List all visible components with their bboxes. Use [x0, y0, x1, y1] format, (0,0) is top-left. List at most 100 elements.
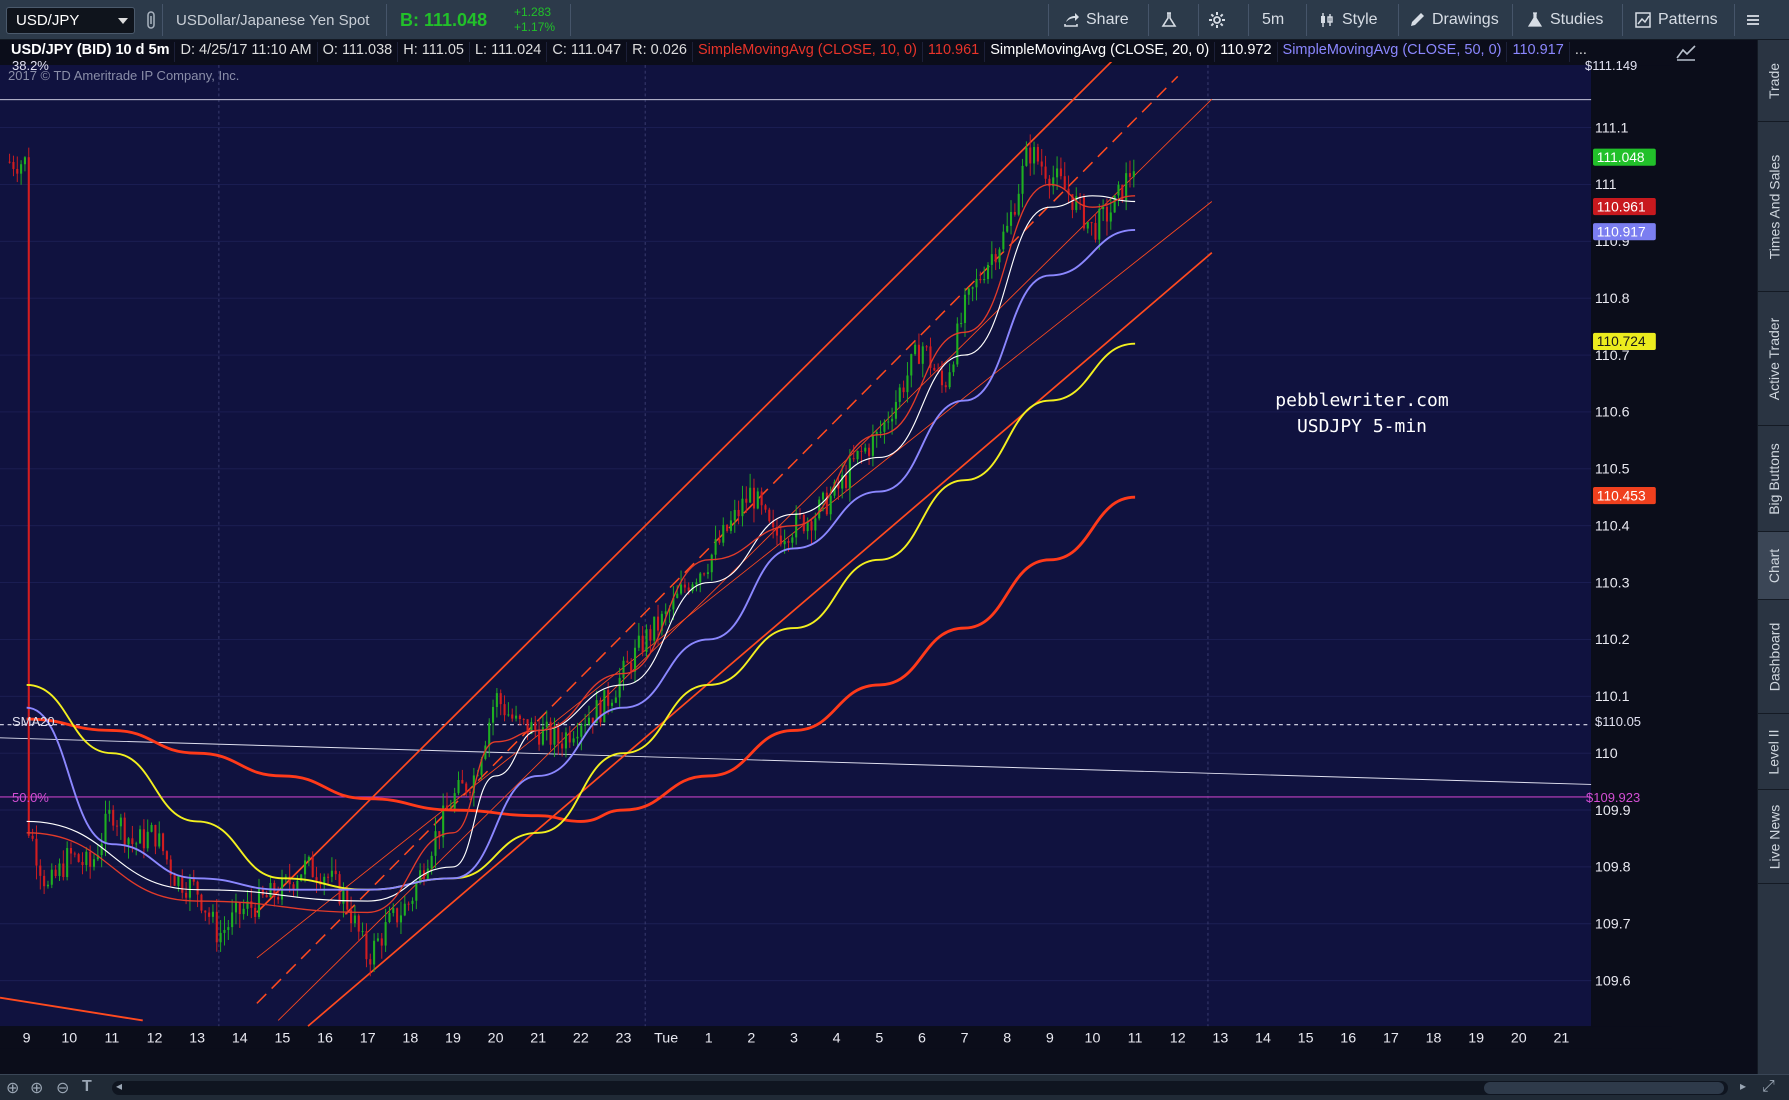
candle-body — [35, 838, 38, 866]
candle-body — [384, 922, 387, 946]
candle-body — [633, 647, 637, 672]
link-icon[interactable] — [146, 0, 156, 40]
candle-body — [733, 509, 736, 521]
candle-body — [568, 732, 571, 743]
x-tick-label: 7 — [961, 1030, 969, 1046]
candle-body — [334, 870, 337, 875]
candle-body — [703, 573, 706, 575]
candle-body — [123, 817, 126, 845]
candle-body — [860, 450, 863, 452]
patterns-button[interactable]: Patterns — [1634, 0, 1718, 40]
candle-body — [73, 853, 76, 855]
candle-body — [158, 833, 161, 847]
candle-body — [227, 927, 230, 930]
candle-body — [879, 431, 882, 433]
drawings-button[interactable]: Drawings — [1408, 0, 1499, 40]
header-sma20-value: 110.972 — [1215, 42, 1278, 62]
crosshair-icon[interactable] — [1675, 44, 1697, 67]
candle-body — [196, 881, 199, 895]
candle-body — [234, 902, 238, 913]
share-button[interactable]: Share — [1062, 0, 1129, 40]
settings-button[interactable] — [1208, 0, 1226, 40]
level-value: $110.05 — [1595, 714, 1642, 729]
candle-body — [814, 518, 817, 531]
expand-icon[interactable]: ⤢ — [1762, 1078, 1775, 1096]
tab-active-trader[interactable]: Active Trader — [1758, 292, 1789, 426]
flask-button[interactable] — [1160, 0, 1178, 40]
candle-body — [706, 572, 709, 574]
scroll-left-icon[interactable]: ◂ — [116, 1079, 122, 1093]
candle-body — [1098, 209, 1101, 240]
candle-body — [641, 635, 644, 653]
candle-body — [745, 498, 748, 503]
candle-body — [89, 851, 92, 867]
bid-price: B: 111.048 — [400, 9, 488, 30]
header-date: D: 4/25/17 11:10 AM — [175, 42, 318, 62]
y-tick-label: 110.7 — [1595, 348, 1630, 364]
patterns-icon — [1635, 12, 1651, 28]
candle-body — [1025, 147, 1028, 166]
scroll-thumb[interactable] — [1484, 1082, 1724, 1094]
text-tool-icon[interactable]: T — [82, 1078, 92, 1096]
x-tick-label: 21 — [530, 1030, 546, 1046]
tab-chart[interactable]: Chart — [1758, 532, 1789, 600]
candle-body — [461, 779, 464, 784]
candle-body — [43, 875, 46, 887]
header-sma20-label: SimpleMovingAvg (CLOSE, 20, 0) — [985, 42, 1216, 62]
candle-body — [1048, 178, 1051, 187]
candle-body — [181, 876, 184, 893]
candle-body — [868, 447, 871, 456]
style-button[interactable]: Style — [1318, 0, 1378, 40]
tab-times-and-sales[interactable]: Times And Sales — [1758, 122, 1789, 292]
header-sma50-label: SimpleMovingAvg (CLOSE, 50, 0) — [1277, 42, 1508, 62]
candle-body — [66, 848, 69, 878]
price-chart[interactable]: 111.1111110.9110.8110.7110.6110.5110.411… — [0, 40, 1672, 1074]
x-tick-label: 16 — [317, 1030, 333, 1046]
tab-dashboard[interactable]: Dashboard — [1758, 600, 1789, 714]
timeframe-button[interactable]: 5m — [1262, 0, 1284, 40]
candle-body — [787, 541, 790, 543]
symbol-selector[interactable]: USD/JPY — [6, 7, 135, 34]
zoom-out-icon[interactable]: ⊖ — [56, 1078, 69, 1098]
candle-body — [119, 817, 122, 827]
candle-body — [576, 736, 579, 739]
zoom-fit-icon[interactable]: ⊕ — [6, 1078, 19, 1098]
candle-body — [906, 375, 909, 393]
tab-big-buttons[interactable]: Big Buttons — [1758, 426, 1789, 532]
time-scrollbar[interactable]: ◂ ▸ — [112, 1079, 1746, 1095]
candle-body — [369, 959, 372, 965]
candle-body — [507, 714, 510, 716]
candle-body — [971, 287, 974, 289]
price-tag-label: 110.453 — [1597, 488, 1646, 503]
candle-body — [188, 878, 191, 898]
candle-body — [434, 831, 437, 856]
candle-body — [1021, 165, 1024, 194]
flask-icon — [1161, 12, 1177, 27]
header-sma50-value: 110.917 — [1507, 42, 1570, 62]
studies-button[interactable]: Studies — [1526, 0, 1603, 40]
candle-body — [430, 855, 433, 869]
candle-body — [100, 843, 103, 856]
candle-body — [680, 584, 683, 594]
candle-body — [948, 372, 951, 388]
candle-body — [1044, 166, 1047, 179]
candle-body — [975, 278, 978, 288]
scroll-right-icon[interactable]: ▸ — [1740, 1079, 1746, 1093]
tab-level-ii[interactable]: Level II — [1758, 714, 1789, 790]
x-tick-label: 13 — [1212, 1030, 1228, 1046]
candle-body — [852, 458, 855, 460]
x-tick-label: 4 — [833, 1030, 841, 1046]
tab-trade[interactable]: Trade — [1758, 40, 1789, 122]
candle-body — [599, 700, 602, 723]
candle-body — [426, 868, 429, 879]
y-tick-label: 110 — [1595, 746, 1618, 762]
candle-body — [549, 721, 552, 745]
candle-body — [779, 535, 782, 545]
zoom-in-icon[interactable]: ⊕ — [30, 1078, 43, 1098]
menu-button[interactable] — [1744, 0, 1762, 40]
candle-body — [92, 859, 96, 867]
candle-body — [952, 364, 955, 373]
candle-body — [357, 915, 360, 932]
candle-body — [1086, 222, 1089, 229]
tab-live-news[interactable]: Live News — [1758, 790, 1789, 884]
